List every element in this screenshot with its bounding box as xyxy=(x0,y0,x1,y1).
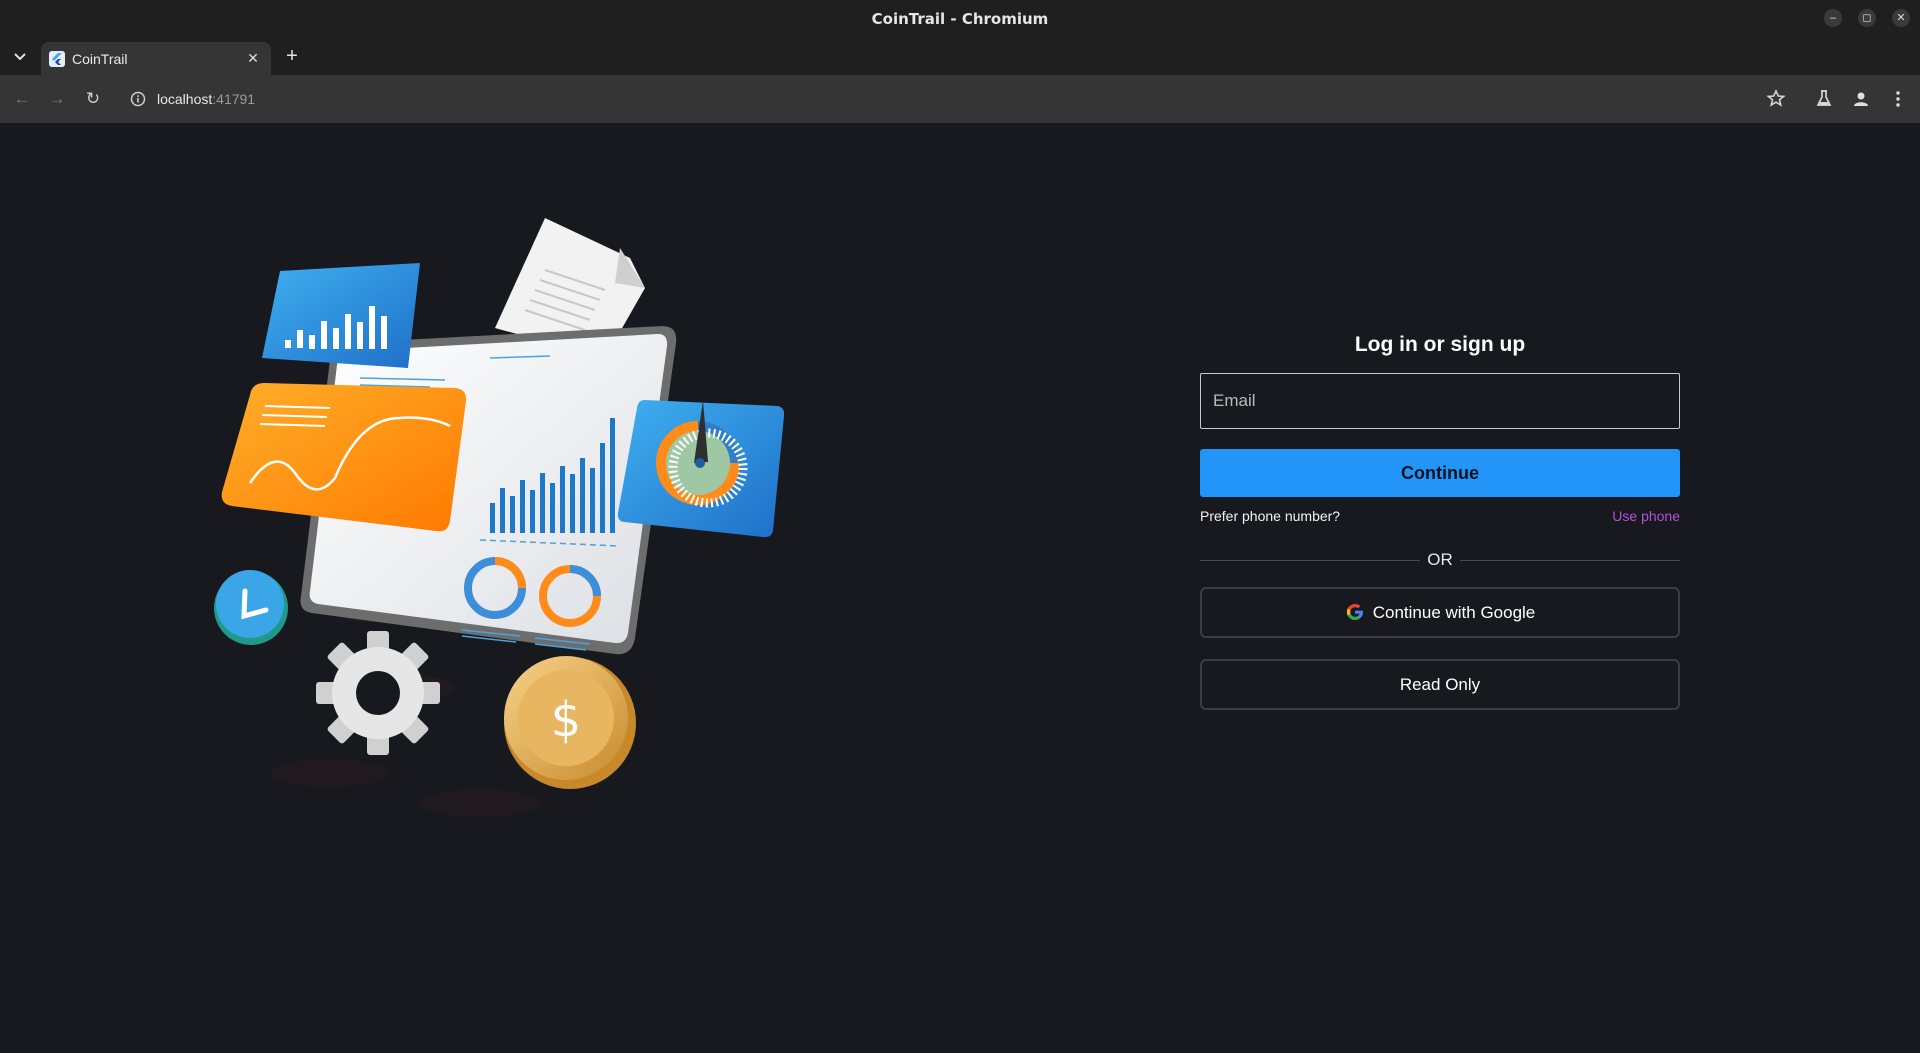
window-title: CoinTrail - Chromium xyxy=(871,10,1049,28)
flutter-favicon-icon xyxy=(49,51,65,67)
use-phone-link[interactable]: Use phone xyxy=(1612,508,1680,524)
phone-option-row: Prefer phone number? Use phone xyxy=(1200,508,1680,528)
tab-search-chevron-icon[interactable] xyxy=(10,46,30,66)
clock-icon xyxy=(214,570,288,645)
read-only-button[interactable]: Read Only xyxy=(1200,659,1680,710)
profile-icon[interactable] xyxy=(1849,87,1873,111)
menu-kebab-icon[interactable] xyxy=(1886,87,1910,111)
google-button-label: Continue with Google xyxy=(1372,603,1536,622)
gauge-card-icon xyxy=(617,400,785,538)
tab-cointrail[interactable]: CoinTrail ✕ xyxy=(41,42,271,75)
gear-icon xyxy=(316,631,440,755)
tab-close-icon[interactable]: ✕ xyxy=(243,48,263,68)
login-heading: Log in or sign up xyxy=(1354,333,1526,356)
site-info-icon[interactable] xyxy=(130,91,146,107)
tab-title: CoinTrail xyxy=(72,51,128,67)
forward-icon[interactable]: → xyxy=(45,87,69,111)
coin-symbol: $ xyxy=(551,692,582,748)
reload-icon[interactable]: ↻ xyxy=(81,87,105,111)
coin-icon: $ xyxy=(504,656,636,789)
window-titlebar: CoinTrail - Chromium – ◻ ✕ xyxy=(0,0,1920,37)
back-icon[interactable]: ← xyxy=(10,87,34,111)
maximize-icon[interactable]: ◻ xyxy=(1858,9,1876,27)
labs-flask-icon[interactable] xyxy=(1812,87,1836,111)
browser-toolbar: ← → ↻ localhost:41791 xyxy=(0,75,1920,123)
minimize-icon[interactable]: – xyxy=(1824,9,1842,27)
close-window-icon[interactable]: ✕ xyxy=(1892,9,1910,27)
divider-line-right xyxy=(1460,560,1680,561)
continue-with-google-button[interactable]: Continue with Google xyxy=(1200,587,1680,638)
url-text: localhost:41791 xyxy=(157,91,256,107)
prefer-phone-text: Prefer phone number? xyxy=(1200,508,1341,524)
finance-illustration: $ xyxy=(214,218,785,817)
email-field[interactable] xyxy=(1200,373,1680,429)
address-bar[interactable]: localhost:41791 xyxy=(124,81,1764,117)
bar-chart-card-icon xyxy=(262,263,420,368)
bookmark-star-icon[interactable] xyxy=(1764,87,1788,111)
continue-button[interactable]: Continue xyxy=(1200,449,1680,497)
page-content: $ Log in or sign up Continue Prefer phon… xyxy=(0,123,1920,1053)
new-tab-icon[interactable]: + xyxy=(281,45,303,67)
or-divider: OR xyxy=(1200,550,1680,570)
google-icon xyxy=(1346,604,1363,620)
line-chart-card-icon xyxy=(221,383,467,532)
login-panel: Log in or sign up Continue Prefer phone … xyxy=(1200,333,1680,710)
